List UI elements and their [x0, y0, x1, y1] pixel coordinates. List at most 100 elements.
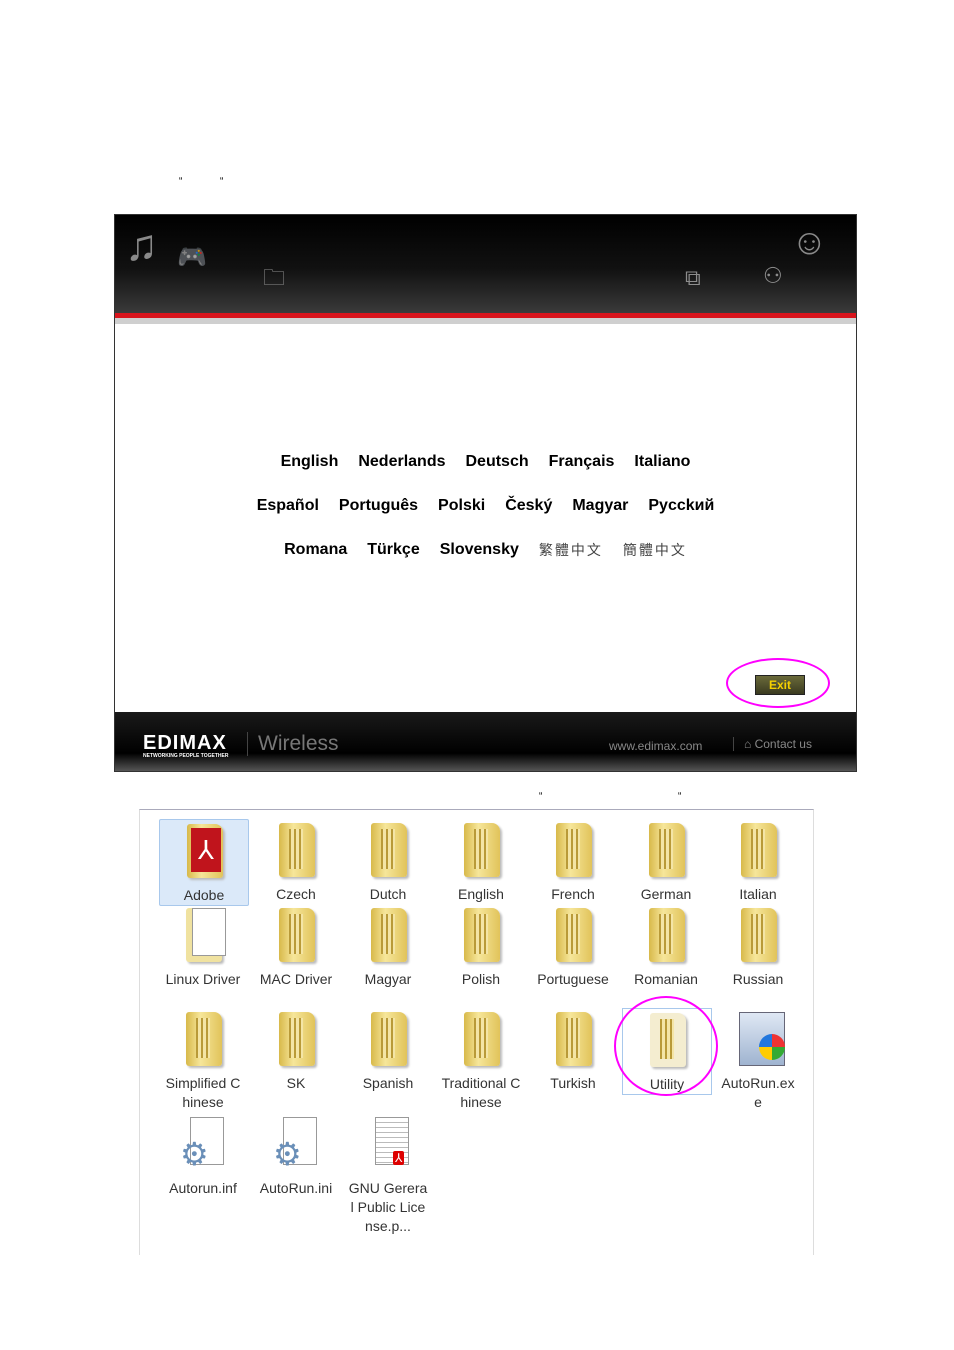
file-item-label: Autorun.inf [169, 1180, 237, 1196]
language-russian[interactable]: Pycckий [648, 497, 714, 515]
file-item-label: Italian [739, 886, 777, 902]
folder-icon [456, 904, 506, 964]
document-folder-icon [178, 904, 228, 964]
file-item-label: GNU Gereral Public License.p... [348, 1180, 428, 1234]
file-item-label: Portuguese [537, 971, 609, 987]
file-item-label: Romanian [634, 971, 698, 987]
file-item[interactable]: Spanish [344, 1008, 432, 1093]
language-slovensky[interactable]: Slovensky [440, 541, 519, 559]
contact-link[interactable]: ⌂ Contact us [733, 737, 812, 751]
language-cesky[interactable]: Český [505, 497, 552, 515]
language-italiano[interactable]: Italiano [634, 453, 690, 471]
file-item[interactable]: Turkish [529, 1008, 617, 1093]
file-item[interactable]: ⚙ Autorun.inf [159, 1113, 247, 1198]
grey-divider [115, 318, 856, 324]
adobe-folder-icon: ⅄ [179, 820, 229, 880]
file-item[interactable]: Simplified Chinese [159, 1008, 247, 1112]
language-deutsch[interactable]: Deutsch [465, 453, 528, 471]
file-item-label: AutoRun.exe [721, 1075, 795, 1110]
file-item-label: Linux Driver [165, 971, 241, 987]
language-magyar[interactable]: Magyar [572, 497, 628, 515]
language-row: English Nederlands Deutsch Français Ital… [115, 440, 856, 484]
smiley-icon: ☺ [791, 221, 828, 262]
quote-mark: “ [179, 176, 183, 187]
exe-icon [733, 1008, 785, 1068]
language-english[interactable]: English [281, 453, 339, 471]
file-item[interactable]: ⅄ GNU Gereral Public License.p... [344, 1113, 432, 1236]
folder-icon [178, 1008, 228, 1068]
file-item[interactable]: SK [252, 1008, 340, 1093]
file-item[interactable]: Dutch [344, 819, 432, 904]
language-nederlands[interactable]: Nederlands [358, 453, 445, 471]
footer-bar: EDIMAX NETWORKING PEOPLE TOGETHER Wireles… [115, 712, 856, 771]
file-item[interactable]: Romanian [622, 904, 710, 989]
page: “ “ ♫ 🎮 🗀 ⧉ ☺ ⚇ English Nederlands Deuts… [0, 0, 954, 1350]
language-romana[interactable]: Romana [284, 541, 347, 559]
folder-icon [271, 904, 321, 964]
folder-icon: 🗀 [263, 265, 286, 290]
file-item[interactable]: ⚙ AutoRun.ini [252, 1113, 340, 1198]
installer-window: ♫ 🎮 🗀 ⧉ ☺ ⚇ English Nederlands Deutsch F… [114, 214, 857, 772]
file-item[interactable]: Russian [714, 904, 802, 989]
file-item[interactable]: French [529, 819, 617, 904]
file-item[interactable]: German [622, 819, 710, 904]
file-item[interactable]: Magyar [344, 904, 432, 989]
logo-tagline: NETWORKING PEOPLE TOGETHER [143, 753, 229, 759]
highlight-circle [614, 996, 718, 1096]
language-turkce[interactable]: Türkçe [367, 541, 419, 559]
file-item-label: Russian [732, 971, 784, 987]
quote-mark: “ [220, 176, 224, 187]
file-item[interactable]: English [437, 819, 525, 904]
quote-mark: “ [539, 791, 543, 802]
folder-icon [733, 904, 783, 964]
file-item-label: Magyar [364, 971, 412, 987]
logo-text: EDIMAX [143, 732, 227, 754]
file-explorer: ⅄ Adobe Czech Dutch English French German Itali… [139, 809, 814, 1255]
language-simplified-chinese[interactable]: 簡體中文 [623, 540, 687, 560]
file-item-label: Dutch [369, 886, 407, 902]
folder-icon [548, 1008, 598, 1068]
file-item[interactable]: Linux Driver [159, 904, 247, 989]
folder-icon [548, 904, 598, 964]
language-row: Español Português Polski Český Magyar Py… [115, 484, 856, 528]
language-row: Romana Türkçe Slovensky 繁體中文 簡體中文 [115, 528, 856, 572]
folder-icon [733, 819, 783, 879]
folder-icon [271, 1008, 321, 1068]
file-item-label: Polish [461, 971, 501, 987]
contact-label: Contact us [754, 737, 812, 751]
quote-mark: “ [678, 791, 682, 802]
file-item-label: English [458, 886, 504, 902]
file-item[interactable]: Italian [714, 819, 802, 904]
folder-icon [641, 904, 691, 964]
file-item[interactable]: Polish [437, 904, 525, 989]
language-espanol[interactable]: Español [257, 497, 319, 515]
file-item-label: AutoRun.ini [259, 1180, 333, 1196]
file-item-label: Simplified Chinese [165, 1075, 241, 1110]
file-item[interactable]: Czech [252, 819, 340, 904]
file-item[interactable]: Traditional Chinese [437, 1008, 525, 1112]
language-francais[interactable]: Français [549, 453, 615, 471]
folder-icon [456, 819, 506, 879]
settings-file-icon: ⚙ [178, 1113, 228, 1173]
file-item[interactable]: Portuguese [529, 904, 617, 989]
file-item-label: SK [286, 1075, 306, 1091]
gamepad-icon: 🎮 [177, 244, 207, 271]
file-item[interactable]: AutoRun.exe [714, 1008, 802, 1112]
file-item-label: Traditional Chinese [441, 1075, 521, 1110]
folder-icon [641, 819, 691, 879]
folder-icon [548, 819, 598, 879]
language-portugues[interactable]: Português [339, 497, 418, 515]
file-item[interactable]: MAC Driver [252, 904, 340, 989]
language-polski[interactable]: Polski [438, 497, 485, 515]
website-link[interactable]: www.edimax.com [609, 739, 702, 753]
file-item-label: Adobe [183, 887, 225, 903]
highlight-circle [726, 658, 830, 708]
settings-file-icon: ⚙ [271, 1113, 321, 1173]
file-item[interactable]: ⅄ Adobe [159, 819, 249, 906]
folder-icon [363, 819, 413, 879]
file-item-label: German [640, 886, 692, 902]
folder-icon [363, 1008, 413, 1068]
file-item-label: Czech [276, 886, 316, 902]
language-traditional-chinese[interactable]: 繁體中文 [539, 540, 603, 560]
file-item-label: MAC Driver [259, 971, 333, 987]
